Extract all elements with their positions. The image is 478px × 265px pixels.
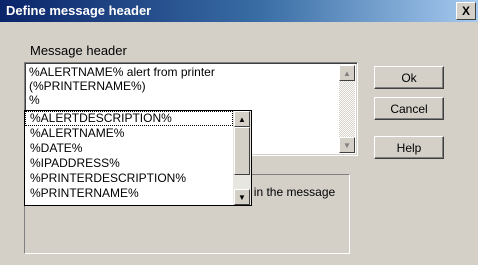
textarea-scroll-down-button[interactable]: ▼	[339, 137, 355, 153]
message-header-text[interactable]: %ALERTNAME% alert from printer (%PRINTER…	[29, 65, 329, 107]
variable-item-alertdescription[interactable]: %ALERTDESCRIPTION%	[25, 111, 233, 126]
ok-label: Ok	[401, 70, 417, 85]
textarea-scroll-up-button[interactable]: ▲	[339, 65, 355, 81]
help-label: Help	[396, 140, 422, 155]
dropdown-scrollbar[interactable]: ▲ ▼	[233, 111, 251, 205]
variable-item-alertname[interactable]: %ALERTNAME%	[25, 126, 233, 141]
dropdown-scroll-down-button[interactable]: ▼	[234, 189, 250, 205]
variable-item-printerdescription[interactable]: %PRINTERDESCRIPTION%	[25, 171, 233, 186]
cancel-button[interactable]: Cancel	[374, 97, 444, 120]
define-message-header-dialog: Define message header X Message header %…	[0, 0, 478, 265]
message-header-label: Message header	[30, 43, 127, 58]
window-title: Define message header	[6, 3, 152, 18]
variable-item-printername[interactable]: %PRINTERNAME%	[25, 186, 233, 201]
variable-dropdown-list[interactable]: %ALERTDESCRIPTION% %ALERTNAME% %DATE% %I…	[24, 110, 252, 206]
close-icon: X	[461, 4, 470, 18]
scroll-up-icon: ▲	[343, 68, 351, 78]
scroll-down-icon: ▼	[238, 192, 246, 202]
variable-item-ipaddress[interactable]: %IPADDRESS%	[25, 156, 233, 171]
help-button[interactable]: Help	[374, 136, 444, 159]
ok-button[interactable]: Ok	[374, 66, 444, 89]
close-button[interactable]: X	[456, 2, 476, 20]
scroll-down-icon: ▼	[343, 140, 351, 150]
title-bar[interactable]: Define message header X	[0, 0, 478, 22]
cancel-label: Cancel	[390, 101, 428, 116]
dropdown-scroll-thumb[interactable]	[234, 127, 250, 175]
dropdown-scroll-up-button[interactable]: ▲	[234, 111, 250, 127]
variable-list: %ALERTDESCRIPTION% %ALERTNAME% %DATE% %I…	[25, 111, 233, 205]
variable-item-date[interactable]: %DATE%	[25, 141, 233, 156]
textarea-scrollbar[interactable]: ▲ ▼	[339, 65, 355, 153]
scroll-up-icon: ▲	[238, 114, 246, 124]
